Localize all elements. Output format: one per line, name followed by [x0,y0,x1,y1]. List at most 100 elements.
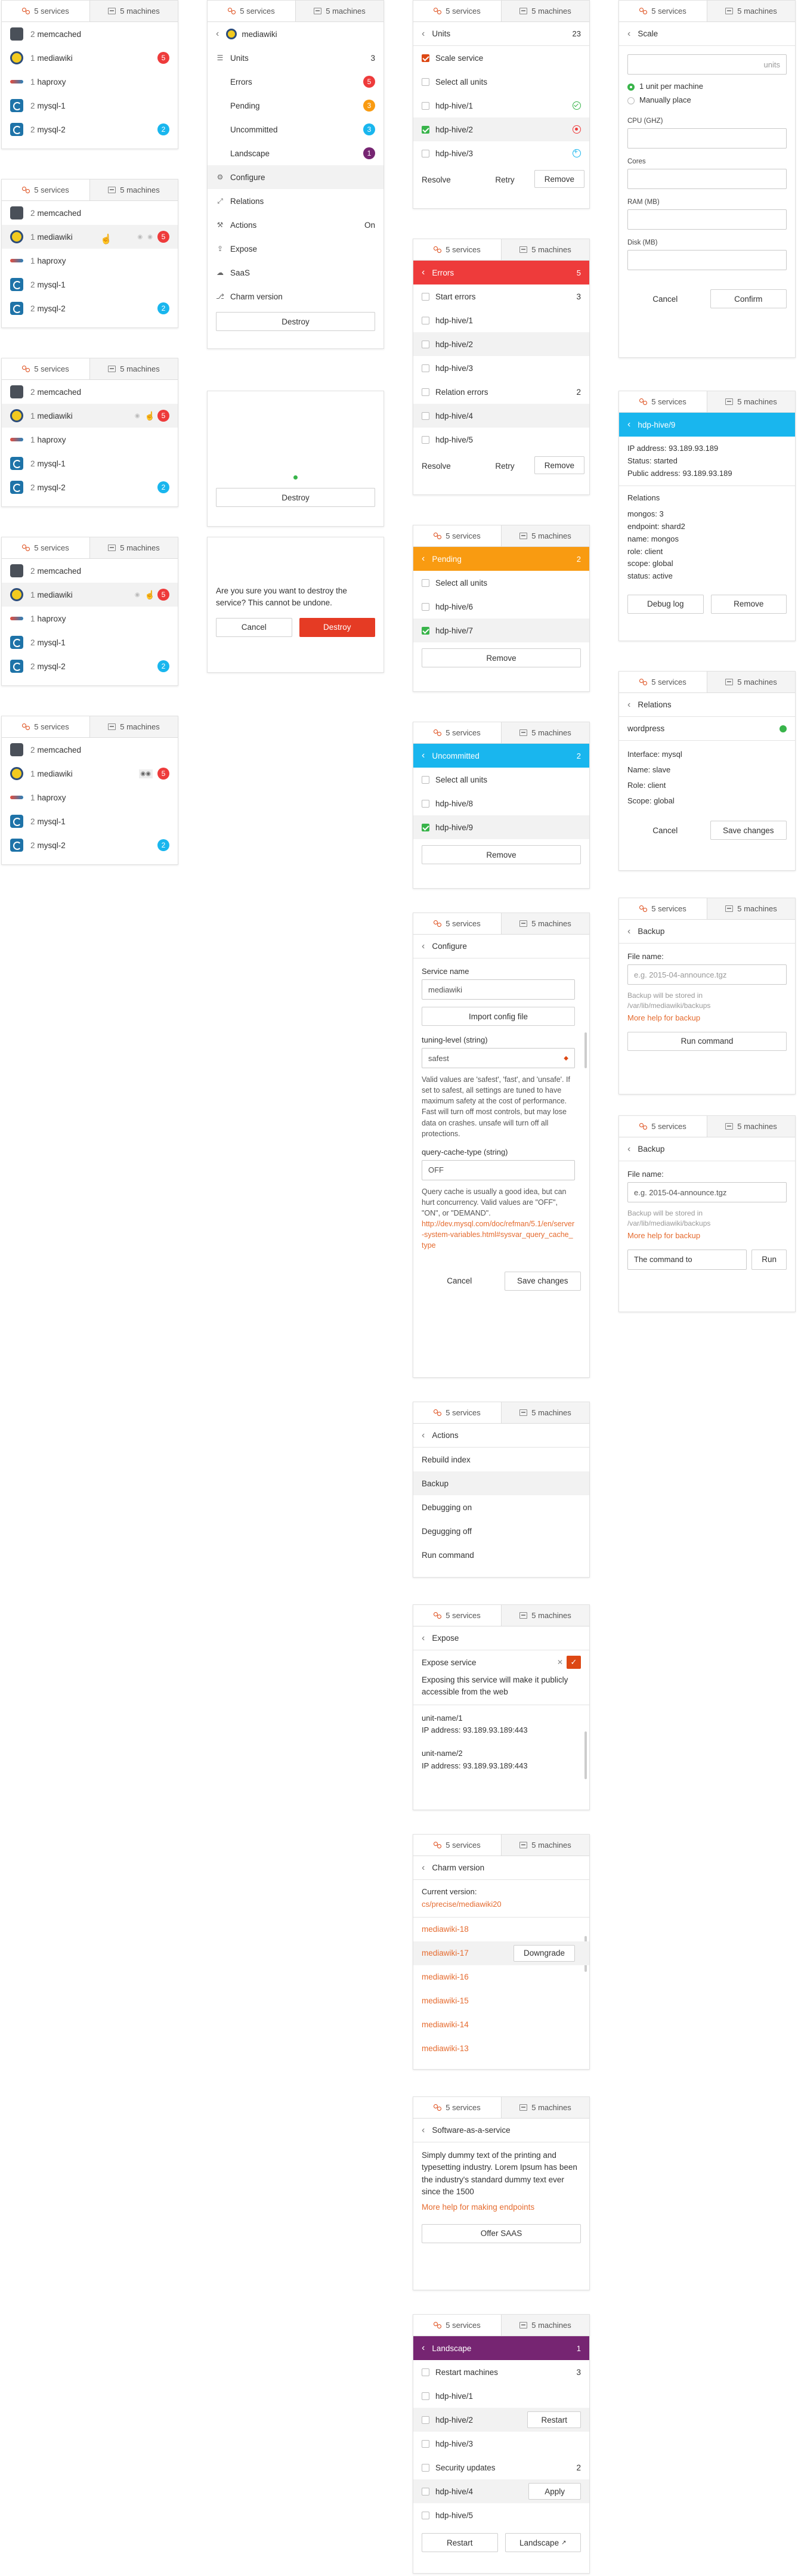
scrollbar[interactable] [584,1032,587,1068]
security-group[interactable]: Security updates 2 [413,2456,589,2479]
back-chevron-icon[interactable]: ‹ [422,2125,425,2136]
save-changes-button[interactable]: Save changes [710,821,787,840]
destroy-button[interactable]: Destroy [216,312,375,331]
service-row-haproxy[interactable]: 1 haproxy [2,607,178,630]
tab-services[interactable]: 5 services [413,2097,501,2118]
resolve-button[interactable]: Resolve [422,456,475,475]
back-chevron-icon[interactable]: ‹ [422,1863,425,1873]
remove-button[interactable]: Remove [422,845,581,864]
unit-row[interactable]: hdp-hive/3 [413,2432,589,2456]
tab-services[interactable]: 5 services [619,898,707,919]
resolve-button[interactable]: Resolve [422,170,475,189]
group-checkbox[interactable] [422,292,429,301]
tab-services[interactable]: 5 services [413,1835,501,1856]
menu-charm-version[interactable]: ⎇ Charm version [208,284,383,308]
eye-icon[interactable]: ◉ [138,234,143,240]
action-item[interactable]: Debugging on [413,1495,589,1519]
back-chevron-icon[interactable]: ‹ [422,553,425,564]
unit-row[interactable]: hdp-hive/8 [413,791,589,815]
unit-checkbox[interactable] [422,364,429,372]
checkmark-icon[interactable]: ✓ [567,1656,581,1669]
tab-machines[interactable]: 5 machines [501,2097,589,2118]
unit-row[interactable]: hdp-hive/3 [413,356,589,380]
unit-row[interactable]: hdp-hive/3 [413,141,589,165]
restart-unit-button[interactable]: Restart [527,2411,581,2428]
tab-services[interactable]: 5 services [2,537,89,558]
select-all-row[interactable]: Select all units [413,571,589,595]
select-all-row[interactable]: Select all units [413,768,589,791]
unit-row[interactable]: hdp-hive/6 [413,595,589,619]
command-input[interactable]: The command to [627,1249,747,1270]
tab-services[interactable]: 5 services [413,525,501,546]
unit-row[interactable]: hdp-hive/2 [413,332,589,356]
run-button[interactable]: Run [751,1249,787,1270]
unit-row[interactable]: hdp-hive/2 [413,117,589,141]
tab-machines[interactable]: 5 machines [707,672,795,692]
query-cache-input[interactable]: OFF [422,1159,575,1180]
action-item[interactable]: Backup [413,1471,589,1495]
unit-row[interactable]: hdp-hive/9 [413,815,589,839]
confirm-button[interactable]: Confirm [710,289,787,308]
tab-services[interactable]: 5 services [413,1605,501,1626]
tab-services[interactable]: 5 services [413,722,501,743]
service-row-memcached[interactable]: 2 memcached [2,22,178,46]
unit-row[interactable]: hdp-hive/5 [413,428,589,452]
current-version-link[interactable]: cs/precise/mediawiki20 [422,1898,581,1911]
back-chevron-icon[interactable]: ‹ [216,29,219,39]
remove-button[interactable]: Remove [534,456,584,474]
service-row-mediawiki[interactable]: 1 mediawiki ◉ ☝ 5 [2,583,178,607]
service-row-mysql-1[interactable]: 2 mysql-1 [2,809,178,833]
unit-row[interactable]: hdp-hive/1 [413,94,589,117]
unit-checkbox[interactable] [422,602,429,611]
destroy-button[interactable]: Destroy [216,488,375,507]
unit-checkbox[interactable] [422,2439,429,2448]
unit-checkbox[interactable] [422,823,429,831]
back-chevron-icon[interactable]: ‹ [422,941,425,952]
remove-button[interactable]: Remove [710,594,787,614]
unit-checkbox[interactable] [422,435,429,444]
landscape-button[interactable]: Landscape ↗ [505,2533,581,2552]
back-chevron-icon[interactable]: ‹ [627,1144,630,1155]
cancel-button[interactable]: Cancel [627,289,703,308]
tab-machines[interactable]: 5 machines [501,2315,589,2336]
tab-machines[interactable]: 5 machines [295,1,383,21]
service-row-mysql-1[interactable]: 2 mysql-1 [2,630,178,654]
unit-row[interactable]: hdp-hive/1 [413,308,589,332]
unit-checkbox[interactable] [422,626,429,635]
unit-checkbox[interactable] [422,2511,429,2519]
tab-machines[interactable]: 5 machines [89,1,178,21]
action-item[interactable]: Degugging off [413,1519,589,1543]
debug-log-button[interactable]: Debug log [627,594,704,614]
service-row-mediawiki[interactable]: 1 mediawiki ◉◉ 5 [2,762,178,786]
tab-machines[interactable]: 5 machines [501,239,589,260]
tab-services[interactable]: 5 services [413,2315,501,2336]
menu-actions[interactable]: ⚒ Actions On [208,213,383,237]
unit-checkbox[interactable] [422,2416,429,2424]
offer-saas-button[interactable]: Offer SAAS [422,2224,581,2243]
help-link[interactable]: More help for backup [627,1013,787,1022]
menu-expose[interactable]: ⇪ Expose [208,237,383,261]
unit-row[interactable]: hdp-hive/7 [413,619,589,642]
service-row-mediawiki[interactable]: 1 mediawiki ◉ ☝ 5 [2,404,178,428]
file-name-input[interactable]: e.g. 2015-04-announce.tgz [627,1182,787,1202]
tab-services[interactable]: 5 services [413,239,501,260]
tuning-level-select[interactable]: safest ◆ [422,1048,575,1068]
relation-row[interactable]: wordpress [619,717,795,741]
relation-errors-group[interactable]: Relation errors 2 [413,380,589,404]
service-row-haproxy[interactable]: 1 haproxy [2,428,178,452]
ram-input[interactable] [627,209,787,230]
menu-relations[interactable]: ⤢ Relations [208,189,383,213]
service-name-input[interactable]: mediawiki [422,979,575,1000]
unit-checkbox[interactable] [422,125,429,134]
back-chevron-icon[interactable]: ‹ [422,1633,425,1644]
remove-button[interactable]: Remove [534,170,584,188]
service-row-mysql-2[interactable]: 2 mysql-2 2 [2,296,178,320]
file-name-input[interactable]: e.g. 2015-04-announce.tgz [627,964,787,985]
service-row-mediawiki[interactable]: 1 mediawiki 5 [2,46,178,70]
tab-services[interactable]: 5 services [208,1,295,21]
tab-services[interactable]: 5 services [2,358,89,379]
menu-pending[interactable]: Pending 3 [208,94,383,117]
tab-services[interactable]: 5 services [619,672,707,692]
service-row-mysql-2[interactable]: 2 mysql-2 2 [2,654,178,678]
cancel-button[interactable]: Cancel [422,1272,497,1291]
